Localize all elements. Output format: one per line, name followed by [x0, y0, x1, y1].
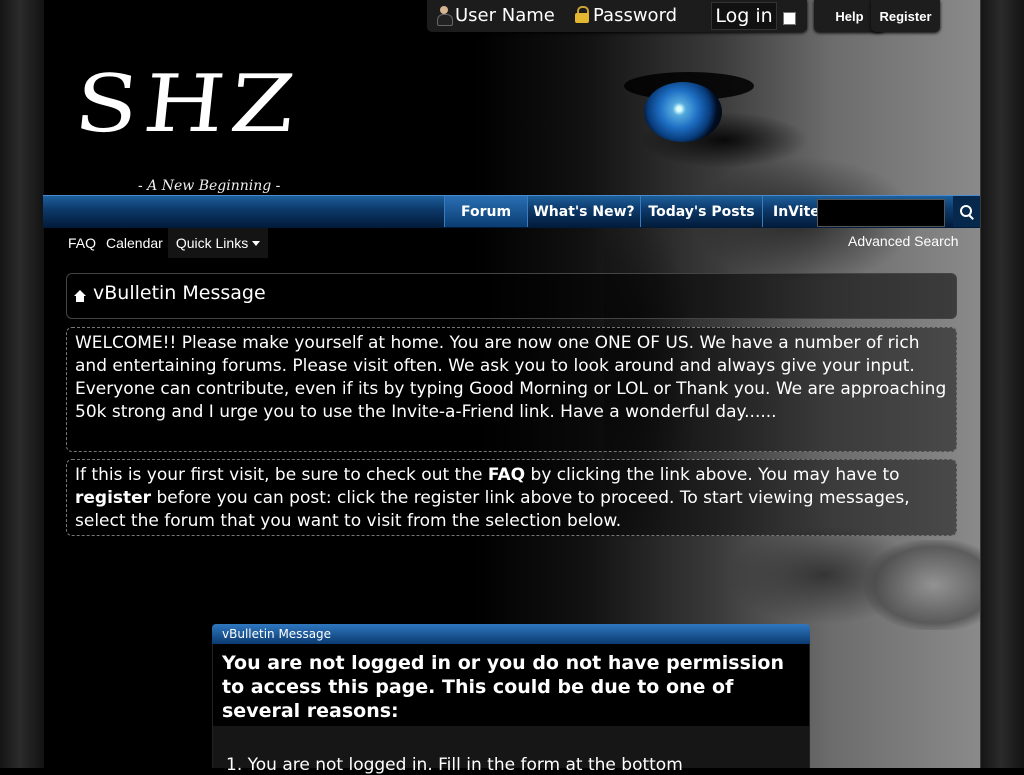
chevron-down-icon — [252, 240, 261, 246]
login-bar: User Name Password Log in — [427, 0, 807, 32]
first-visit-text-1: If this is your first visit, be sure to … — [75, 465, 488, 485]
lock-icon — [573, 5, 591, 25]
site-logo[interactable]: SHZ — [70, 58, 305, 150]
faq-inline-link[interactable]: FAQ — [488, 465, 525, 485]
quick-links-label: Quick Links — [175, 235, 249, 251]
register-button[interactable]: Register — [871, 0, 940, 32]
message-reason-1: 1. You are not logged in. Fill in the fo… — [226, 755, 683, 775]
calendar-link[interactable]: Calendar — [101, 235, 168, 251]
message-header: vBulletin Message — [212, 624, 810, 644]
first-visit-text-2: by clicking the link above. You may have… — [525, 465, 900, 485]
tab-whats-new[interactable]: What's New? — [527, 196, 640, 227]
advanced-search-link[interactable]: Advanced Search — [848, 233, 959, 249]
message-title: You are not logged in or you do not have… — [222, 652, 784, 722]
faq-link[interactable]: FAQ — [63, 235, 101, 251]
left-frame — [0, 0, 45, 768]
username-field[interactable]: User Name — [435, 3, 555, 27]
home-icon[interactable] — [74, 290, 86, 302]
sub-navbar: FAQ Calendar Quick Links — [63, 228, 269, 258]
username-placeholder: User Name — [455, 4, 555, 26]
tab-todays-posts[interactable]: Today's Posts — [640, 196, 762, 227]
password-field[interactable]: Password — [573, 3, 677, 27]
search-input[interactable] — [817, 199, 945, 227]
background-eye — [644, 82, 722, 142]
remember-me-checkbox[interactable] — [783, 12, 796, 25]
login-button[interactable]: Log in — [711, 2, 777, 30]
site-tagline: - A New Beginning - — [138, 178, 281, 194]
first-visit-text-3: before you can post: click the register … — [75, 488, 910, 531]
search-button[interactable] — [953, 196, 980, 227]
page-title: vBulletin Message — [93, 282, 266, 304]
quick-links-menu[interactable]: Quick Links — [167, 228, 269, 258]
search-icon — [959, 204, 975, 220]
right-frame — [980, 0, 1024, 768]
register-inline-link[interactable]: register — [75, 488, 151, 508]
first-visit-notice: If this is your first visit, be sure to … — [66, 459, 957, 536]
user-icon — [435, 5, 453, 26]
tab-forum[interactable]: Forum — [444, 196, 527, 227]
tab-invite[interactable]: InVite- — [762, 196, 820, 227]
background-lips — [864, 540, 980, 630]
welcome-notice: WELCOME!! Please make yourself at home. … — [66, 327, 957, 452]
password-placeholder: Password — [593, 4, 678, 26]
